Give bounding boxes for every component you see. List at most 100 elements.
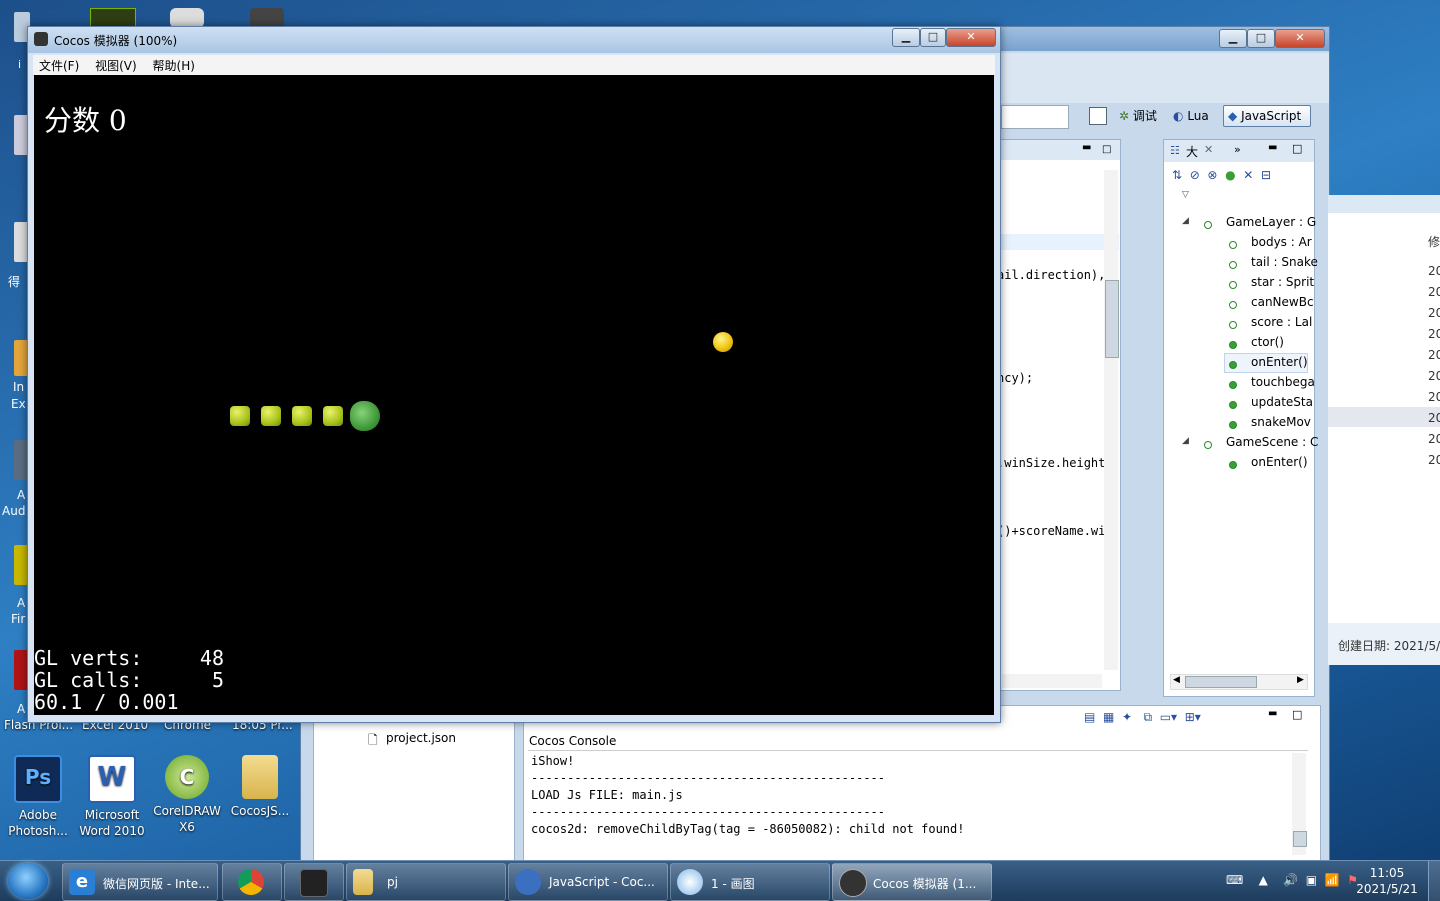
- keyboard-icon[interactable]: ⌨: [1226, 873, 1243, 887]
- maximize-icon[interactable]: □: [1102, 144, 1111, 155]
- taskbar-item-nox[interactable]: [284, 863, 344, 901]
- show-hidden-icons[interactable]: ▲: [1259, 873, 1268, 887]
- display-console-icon[interactable]: ⧉: [1143, 710, 1152, 724]
- taskbar-item-simulator[interactable]: Cocos 模拟器 (1...: [832, 863, 992, 901]
- outline-panel: ☷ 大 ✕ » ▬ □ ⇅ ⊘ ⊗ ● ✕ ⊟ ▽ ◢ GameLayer : …: [1163, 139, 1318, 697]
- close-button[interactable]: ✕: [1275, 29, 1325, 48]
- clock-date: 2021/5/21: [1356, 882, 1418, 896]
- console-vertical-scrollbar[interactable]: [1292, 753, 1307, 855]
- expand-arrow-icon[interactable]: ◢: [1182, 216, 1189, 226]
- quick-access-input[interactable]: [1001, 105, 1069, 129]
- editor-horizontal-scrollbar[interactable]: [1002, 674, 1102, 688]
- game-canvas[interactable]: 分数 0 GL verts: 48 GL calls: 5 60.1 / 0.0…: [34, 75, 994, 715]
- scrollbar-thumb[interactable]: [1105, 280, 1119, 358]
- scrollbar-thumb[interactable]: [1293, 831, 1307, 847]
- editor-vertical-scrollbar[interactable]: [1104, 170, 1119, 670]
- outline-tab-label[interactable]: 大: [1186, 143, 1198, 160]
- scroll-right-icon[interactable]: ▶: [1297, 675, 1304, 685]
- lua-icon: ◐: [1173, 109, 1184, 123]
- outline-item[interactable]: star : Sprit: [1251, 275, 1314, 289]
- minimize-button[interactable]: ▁: [892, 28, 920, 47]
- volume-icon[interactable]: 🔊: [1283, 873, 1298, 887]
- cocos-ide-icon: [515, 869, 541, 895]
- maximize-icon[interactable]: □: [1292, 142, 1302, 155]
- desktop-icon-word[interactable]: W Microsoft Word 2010: [74, 755, 150, 839]
- internet-explorer-icon: e: [69, 869, 95, 895]
- hide-static-icon[interactable]: ⊗: [1207, 168, 1217, 182]
- taskbar-item-folder[interactable]: pj: [346, 863, 506, 901]
- more-views-icon[interactable]: »: [1234, 143, 1241, 156]
- sort-icon[interactable]: ⇅: [1172, 168, 1182, 182]
- outline-tab-icon[interactable]: ☷: [1170, 144, 1180, 157]
- minimize-icon[interactable]: ▬: [1268, 708, 1277, 719]
- hide-nonpublic-icon[interactable]: ●: [1225, 168, 1235, 182]
- new-console-icon[interactable]: ⊞▾: [1185, 710, 1201, 724]
- start-button[interactable]: [8, 863, 48, 899]
- minimize-icon[interactable]: ▬: [1082, 142, 1091, 153]
- taskbar-item-eclipse[interactable]: JavaScript - Coc...: [508, 863, 668, 901]
- scrollbar-thumb[interactable]: [1185, 676, 1257, 688]
- outline-item[interactable]: onEnter(): [1251, 355, 1308, 369]
- close-tab-icon[interactable]: ✕: [1204, 143, 1213, 156]
- close-button[interactable]: ✕: [946, 28, 996, 47]
- outline-horizontal-scrollbar[interactable]: ◀ ▶: [1170, 674, 1308, 690]
- outline-item[interactable]: updateSta: [1251, 395, 1313, 409]
- hide-local-types-icon[interactable]: ✕: [1243, 168, 1253, 182]
- class-icon: [1204, 441, 1212, 449]
- maximize-button[interactable]: □: [1247, 29, 1275, 48]
- minimize-button[interactable]: ▁: [1219, 29, 1247, 48]
- outline-item[interactable]: GameScene : C: [1226, 435, 1318, 449]
- maximize-button[interactable]: □: [920, 28, 946, 47]
- outline-item[interactable]: snakeMov: [1251, 415, 1311, 429]
- desktop-icon-coreldraw[interactable]: C CorelDRAW X6: [149, 755, 225, 835]
- field-icon: [1229, 241, 1237, 249]
- code-line: ncy);: [997, 371, 1034, 385]
- menu-view[interactable]: 视图(V): [89, 55, 143, 74]
- clock[interactable]: 11:05 2021/5/21: [1352, 865, 1422, 897]
- expand-arrow-icon[interactable]: ◢: [1182, 436, 1189, 446]
- outline-item[interactable]: canNewBc: [1251, 295, 1314, 309]
- taskbar-item-paint[interactable]: 1 - 画图: [670, 863, 830, 901]
- simulator-title-bar[interactable]: Cocos 模拟器 (100%) ▁ □ ✕: [28, 27, 1000, 53]
- outline-item[interactable]: touchbega: [1251, 375, 1315, 389]
- maximize-icon[interactable]: □: [1292, 708, 1302, 721]
- perspective-lua-button[interactable]: ◐ Lua: [1173, 106, 1209, 126]
- monitor-icon[interactable]: ▣: [1306, 873, 1317, 887]
- folder-icon: [242, 755, 278, 799]
- outline-item[interactable]: onEnter(): [1251, 455, 1308, 469]
- desktop-icon-cocosjs-folder[interactable]: CocosJS...: [222, 755, 298, 819]
- outline-item[interactable]: GameLayer : G: [1226, 215, 1316, 229]
- show-desktop-button[interactable]: [1428, 861, 1440, 901]
- perspective-javascript-button[interactable]: ◆ JavaScript: [1223, 105, 1311, 127]
- minimize-icon[interactable]: ▬: [1268, 142, 1277, 153]
- outline-item[interactable]: ctor(): [1251, 335, 1284, 349]
- clear-console-icon[interactable]: ▤: [1084, 710, 1095, 724]
- outline-item[interactable]: bodys : Ar: [1251, 235, 1312, 249]
- desktop-icon-unity[interactable]: [250, 8, 284, 28]
- view-menu-icon[interactable]: ▽: [1182, 190, 1189, 200]
- scroll-lock-icon[interactable]: ▦: [1103, 710, 1114, 724]
- taskbar-item-ie[interactable]: e 微信网页版 - Inte...: [62, 863, 218, 901]
- created-date: 创建日期: 2021/5/: [1338, 639, 1440, 653]
- perspective-debug-button[interactable]: ✲ 调试: [1119, 106, 1157, 126]
- menu-file[interactable]: 文件(F): [33, 55, 85, 74]
- desktop-icon-partial[interactable]: [170, 8, 204, 28]
- method-icon: [1229, 401, 1237, 409]
- network-icon[interactable]: 📶: [1325, 873, 1340, 887]
- collapse-all-icon[interactable]: ⊟: [1261, 168, 1271, 182]
- outline-item[interactable]: score : Lal: [1251, 315, 1312, 329]
- pin-console-icon[interactable]: ✦: [1122, 710, 1132, 724]
- debug-icon: ✲: [1119, 109, 1130, 123]
- console-output[interactable]: iShow! ---------------------------------…: [528, 750, 1308, 857]
- column-header[interactable]: 修: [1428, 233, 1440, 250]
- open-perspective-icon[interactable]: [1089, 107, 1107, 125]
- taskbar-item-chrome[interactable]: [222, 863, 282, 901]
- desktop-icon-photoshop[interactable]: Ps Adobe Photosh...: [0, 755, 76, 839]
- menu-help[interactable]: 帮助(H): [147, 55, 201, 74]
- project-file-item[interactable]: project.json: [386, 731, 456, 745]
- hide-fields-icon[interactable]: ⊘: [1190, 168, 1200, 182]
- scroll-left-icon[interactable]: ◀: [1173, 675, 1180, 685]
- open-console-icon[interactable]: ▭▾: [1160, 710, 1177, 724]
- outline-item[interactable]: tail : Snake: [1251, 255, 1318, 269]
- field-icon: [1229, 281, 1237, 289]
